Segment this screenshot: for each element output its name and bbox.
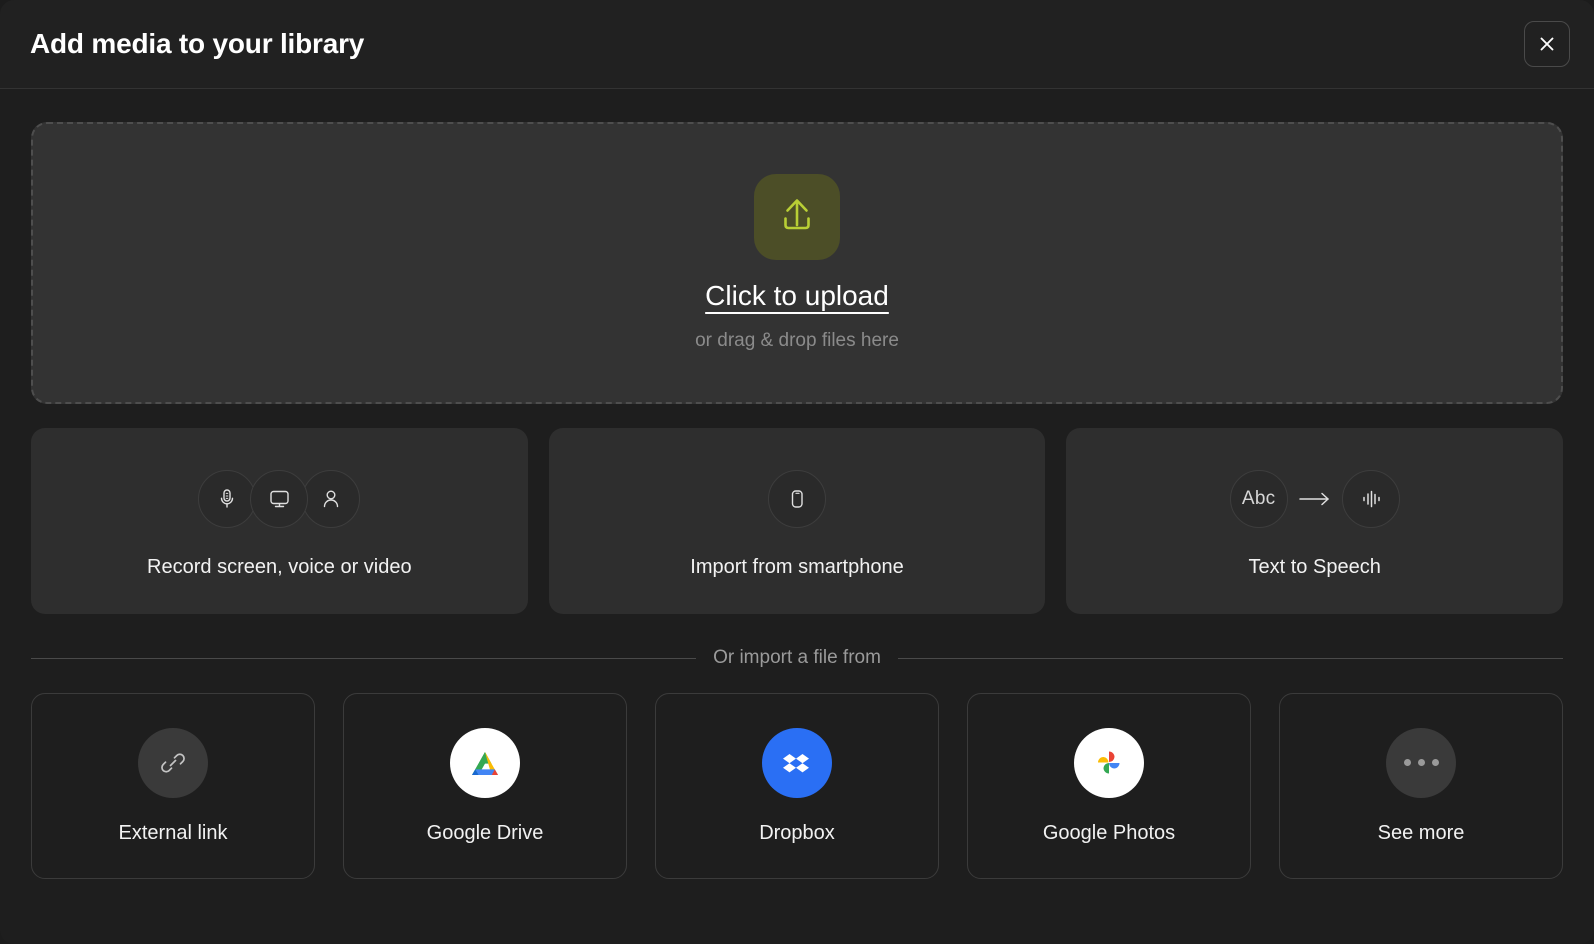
action-card-smartphone[interactable]: Import from smartphone <box>548 428 1046 614</box>
source-card-google-drive-label: Google Drive <box>426 821 544 844</box>
action-card-row: Record screen, voice or video Import fro… <box>31 428 1564 614</box>
tts-icon-cluster: Abc <box>1229 464 1400 534</box>
upload-icon <box>774 192 820 243</box>
abc-label: Abc <box>1241 487 1276 509</box>
person-icon <box>302 469 361 528</box>
google-photos-icon <box>1074 727 1144 798</box>
monitor-icon <box>250 469 309 528</box>
abc-text-icon: Abc <box>1229 469 1288 528</box>
smartphone-icon <box>768 469 826 528</box>
action-card-record[interactable]: Record screen, voice or video <box>31 428 528 614</box>
source-card-row: External link Google Drive Dropbox Googl… <box>31 693 1563 911</box>
dot <box>1431 759 1439 766</box>
action-card-smartphone-label: Import from smartphone <box>690 555 904 578</box>
close-button[interactable] <box>1524 21 1570 67</box>
source-card-external-link[interactable]: External link <box>31 693 315 879</box>
ellipsis-icon <box>1386 727 1456 798</box>
source-card-dropbox[interactable]: Dropbox <box>655 693 939 879</box>
upload-icon-container <box>754 174 840 260</box>
source-card-see-more[interactable]: See more <box>1279 693 1563 879</box>
link-icon <box>138 727 208 798</box>
record-icon-cluster <box>198 464 361 534</box>
source-card-google-drive[interactable]: Google Drive <box>343 693 627 879</box>
divider-line-left <box>31 657 697 659</box>
modal-header: Add media to your library <box>0 0 1594 89</box>
add-media-modal: Add media to your library Click to uploa… <box>0 0 1594 944</box>
close-icon <box>1537 34 1557 54</box>
source-card-google-photos[interactable]: Google Photos <box>967 693 1251 879</box>
source-card-external-link-label: External link <box>118 821 228 844</box>
page-title: Add media to your library <box>30 28 365 59</box>
action-card-text-to-speech-label: Text to Speech <box>1248 555 1381 578</box>
file-dropzone[interactable]: Click to upload or drag & drop files her… <box>31 122 1563 404</box>
modal-body: Click to upload or drag & drop files her… <box>0 89 1594 944</box>
click-to-upload-link[interactable]: Click to upload <box>705 280 889 312</box>
google-drive-icon <box>450 727 520 798</box>
dropbox-icon <box>762 727 832 798</box>
source-card-google-photos-label: Google Photos <box>1042 821 1176 844</box>
action-card-text-to-speech[interactable]: Abc Text to Speech <box>1066 428 1564 614</box>
ellipsis-dots <box>1403 759 1439 766</box>
waveform-icon <box>1341 469 1400 528</box>
source-card-dropbox-label: Dropbox <box>759 821 835 844</box>
import-divider: Or import a file from <box>31 647 1563 669</box>
source-card-see-more-label: See more <box>1377 821 1465 844</box>
divider-label: Or import a file from <box>713 647 881 668</box>
dot <box>1417 759 1425 766</box>
arrow-right-icon <box>1298 491 1332 507</box>
microphone-icon <box>198 469 257 528</box>
divider-line-right <box>897 657 1563 659</box>
drag-drop-hint: or drag & drop files here <box>695 330 899 351</box>
action-card-record-label: Record screen, voice or video <box>147 555 412 578</box>
smartphone-icon-cluster <box>768 464 826 534</box>
dot <box>1403 759 1411 766</box>
